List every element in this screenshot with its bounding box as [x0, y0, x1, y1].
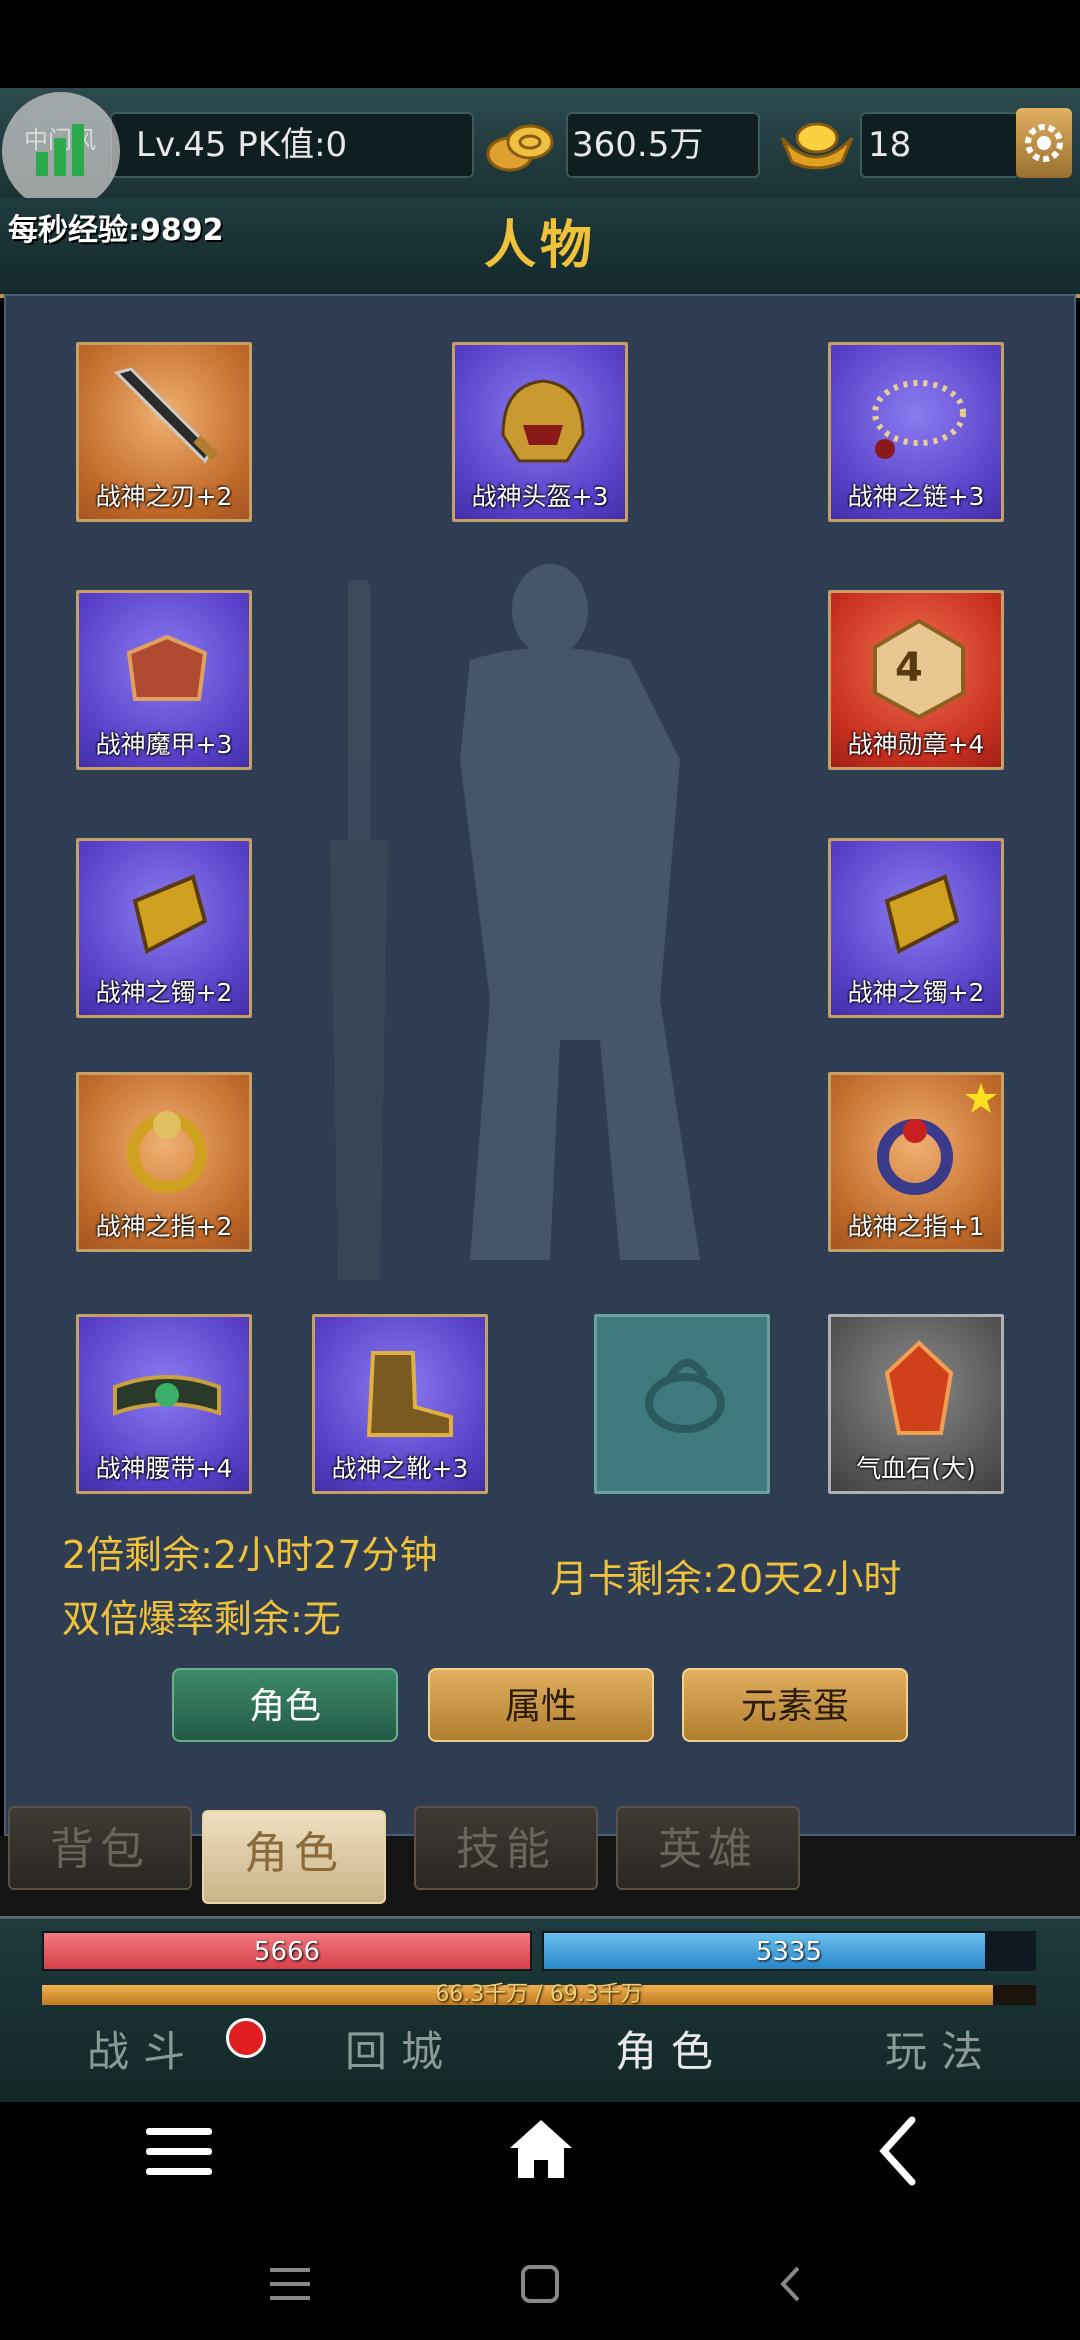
ring-icon [127, 1111, 207, 1193]
gold-ingot-icon [776, 116, 858, 172]
equip-label: 气血石(大) [856, 1454, 976, 1483]
equip-label: 战神之镯+2 [847, 978, 985, 1007]
ingot-amount: 18 [868, 125, 912, 165]
signal-bars-icon [36, 124, 84, 176]
equip-label: 战神腰带+4 [95, 1454, 233, 1483]
ingot-box: 18 [860, 112, 1020, 178]
level-pk-box: Lv.45 PK值:0 [110, 112, 474, 178]
equip-label: 战神之靴+3 [331, 1454, 469, 1483]
helmet-icon [501, 379, 585, 463]
gold-amount: 360.5万 [572, 125, 704, 165]
equip-slot-helmet[interactable]: 战神头盔+3 [452, 342, 628, 522]
equip-label: 战神之指+2 [95, 1212, 233, 1241]
bracelet-icon [132, 874, 208, 954]
blood-stone-icon [884, 1340, 954, 1435]
gold-coins-icon [484, 114, 562, 174]
equip-slot-armor[interactable]: 战神魔甲+3 [76, 590, 252, 770]
notification-dot [226, 2018, 266, 2058]
home-square-icon[interactable] [520, 2264, 560, 2304]
equip-slot-boots[interactable]: 战神之靴+3 [312, 1314, 488, 1494]
equip-label: 战神头盔+3 [471, 482, 609, 511]
armor-icon [126, 634, 208, 701]
home-icon[interactable] [508, 2116, 574, 2182]
hp-bar: 5666 [42, 1931, 532, 1971]
recents-icon[interactable] [270, 2266, 310, 2302]
medal-number: 4 [895, 645, 923, 691]
top-status-bar: Lv.45 PK值:0 360.5万 18 [0, 88, 1080, 198]
ring-icon [877, 1119, 953, 1195]
equip-slot-bracelet-left[interactable]: 战神之镯+2 [76, 838, 252, 1018]
equip-slot-blood-stone[interactable]: 气血石(大) [828, 1314, 1004, 1494]
nav-battle[interactable]: 战斗 [28, 2010, 258, 2094]
double-drop-remaining: 双倍爆率剩余:无 [62, 1597, 341, 1641]
gold-box: 360.5万 [566, 112, 760, 178]
equip-label: 战神之镯+2 [95, 978, 233, 1007]
exp-per-second: 每秒经验:9892 [8, 213, 224, 248]
hp-value: 5666 [253, 1937, 321, 1967]
equip-slot-weapon[interactable]: 战神之刃+2 [76, 342, 252, 522]
tab-heroes[interactable]: 英雄 [616, 1806, 800, 1890]
exp-value: 66.3千万 / 69.3千万 [435, 1982, 643, 2007]
equip-slot-ring-right[interactable]: 战神之指+1 [828, 1072, 1004, 1252]
necklace-icon [872, 380, 966, 459]
double-exp-remaining: 2倍剩余:2小时27分钟 [62, 1533, 438, 1577]
equip-slot-belt[interactable]: 战神腰带+4 [76, 1314, 252, 1494]
back-icon[interactable] [876, 2116, 920, 2186]
equip-slot-necklace[interactable]: 战神之链+3 [828, 342, 1004, 522]
hero-portrait [320, 540, 740, 1300]
tab-skills[interactable]: 技能 [414, 1806, 598, 1890]
sword-icon [114, 367, 219, 464]
nav-gameplay[interactable]: 玩法 [826, 2010, 1056, 2094]
boots-icon [366, 1351, 453, 1437]
attributes-button[interactable]: 属性 [428, 1668, 654, 1742]
role-button[interactable]: 角色 [172, 1668, 398, 1742]
mp-value: 5335 [755, 1937, 823, 1967]
equip-label: 战神之指+1 [847, 1212, 985, 1241]
equip-slot-empty-ring[interactable] [594, 1314, 770, 1494]
equip-label: 战神魔甲+3 [95, 730, 233, 759]
menu-icon[interactable] [146, 2126, 212, 2178]
settings-gear-icon[interactable] [1016, 108, 1072, 178]
element-egg-button[interactable]: 元素蛋 [682, 1668, 908, 1742]
equip-slot-bracelet-right[interactable]: 战神之镯+2 [828, 838, 1004, 1018]
exp-bar: 66.3千万 / 69.3千万 [42, 1982, 1036, 2007]
equip-label: 战神之链+3 [847, 482, 985, 511]
mp-bar: 5335 [542, 1931, 1036, 1971]
month-card-remaining: 月卡剩余:20天2小时 [550, 1557, 902, 1601]
level-pk-text: Lv.45 PK值:0 [136, 125, 348, 165]
tab-backpack[interactable]: 背包 [8, 1806, 192, 1890]
belt-icon [113, 1375, 221, 1416]
back-small-icon[interactable] [778, 2264, 804, 2304]
bracelet-icon [884, 874, 960, 954]
star-icon [965, 1083, 997, 1113]
equip-slot-ring-left[interactable]: 战神之指+2 [76, 1072, 252, 1252]
equip-label: 战神之刃+2 [95, 482, 233, 511]
system-nav-bar [0, 2102, 1080, 2340]
equip-label: 战神勋章+4 [847, 730, 985, 759]
equip-slot-medal[interactable]: 4 战神勋章+4 [828, 590, 1004, 770]
empty-ring-slot-icon [645, 1359, 725, 1433]
tab-role[interactable]: 角色 [202, 1810, 386, 1904]
nav-return-city[interactable]: 回城 [286, 2010, 516, 2094]
nav-role[interactable]: 角色 [556, 2010, 786, 2094]
floating-stats-widget[interactable]: 中门风 [2, 92, 120, 210]
